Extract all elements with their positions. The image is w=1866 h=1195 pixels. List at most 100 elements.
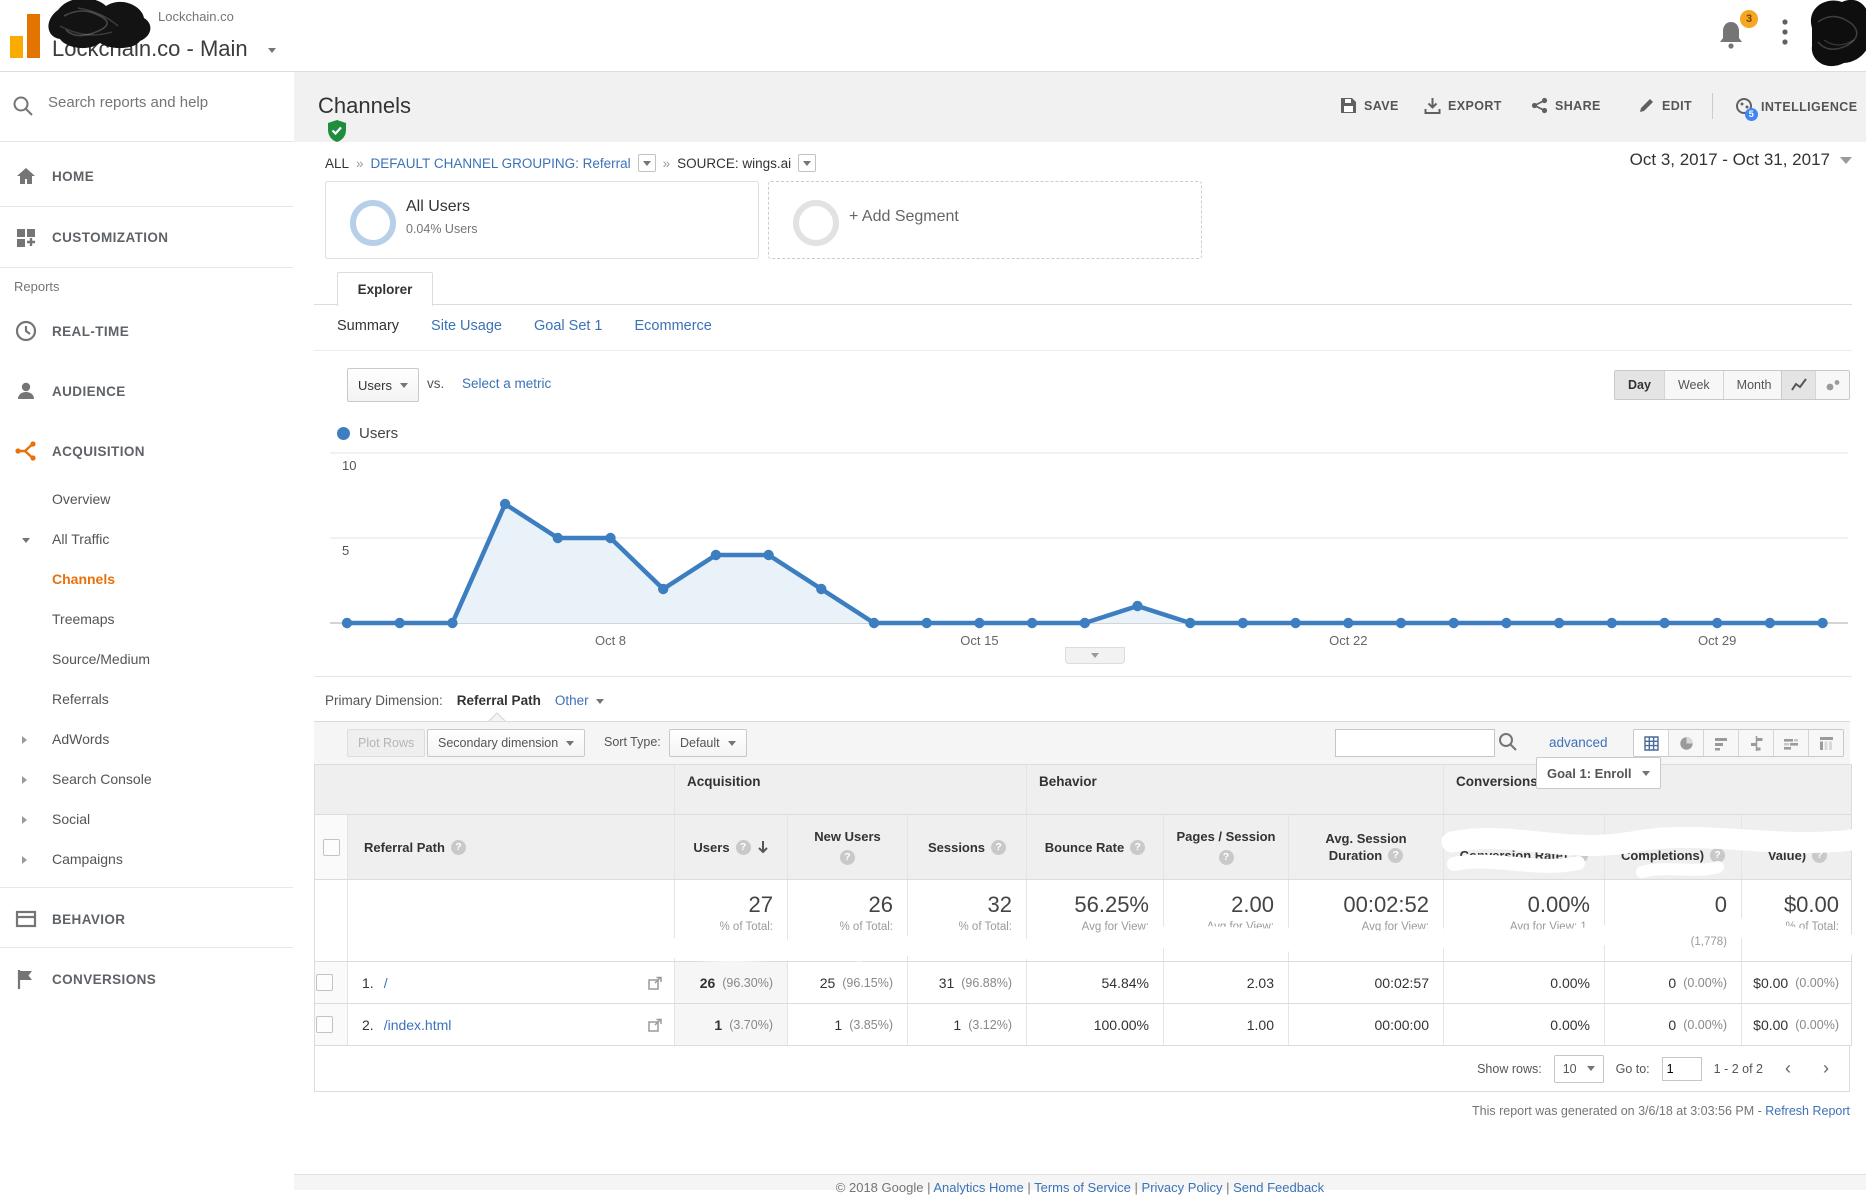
prev-page-button[interactable]: ‹ [1775,1056,1801,1082]
terms-link[interactable]: Terms of Service [1034,1180,1131,1195]
help-icon[interactable]: ? [1130,839,1146,855]
primary-dimension-selected[interactable]: Referral Path [457,693,541,708]
add-segment-button[interactable]: + Add Segment [768,181,1202,259]
sidebar-item-behavior[interactable]: BEHAVIOR [0,889,293,949]
breadcrumb-all[interactable]: ALL [325,156,349,171]
sidebar-item-customization[interactable]: CUSTOMIZATION [0,207,293,267]
secondary-dimension-dropdown[interactable]: Secondary dimension [427,729,586,757]
view-comparison-button[interactable] [1738,730,1773,756]
sidebar-item-home[interactable]: HOME [0,146,293,206]
subtab-site-usage[interactable]: Site Usage [431,318,502,334]
granularity-week[interactable]: Week [1663,371,1723,399]
open-in-new-icon[interactable] [648,1018,662,1032]
privacy-link[interactable]: Privacy Policy [1142,1180,1223,1195]
sidebar-item-treemaps[interactable]: Treemaps [0,599,293,639]
open-in-new-icon[interactable] [648,976,662,990]
tab-explorer[interactable]: Explorer [337,272,433,306]
col-avg-session-duration[interactable]: Avg. Session Duration? [1288,815,1443,879]
date-range-picker[interactable]: Oct 3, 2017 - Oct 31, 2017 [1630,150,1852,170]
search-input[interactable] [46,93,270,112]
view-percentage-button[interactable] [1668,730,1703,756]
subtab-ecommerce[interactable]: Ecommerce [635,318,712,334]
subtab-summary[interactable]: Summary [337,318,399,334]
view-performance-button[interactable] [1703,730,1738,756]
select-all-checkbox[interactable] [322,838,340,856]
col-bounce-rate[interactable]: Bounce Rate? [1026,815,1163,879]
help-icon[interactable]: ? [1218,850,1234,865]
sidebar-item-all-traffic[interactable]: All Traffic [0,519,293,559]
help-icon[interactable]: ? [1812,848,1828,863]
sidebar-item-campaigns[interactable]: Campaigns [0,839,293,879]
share-button[interactable]: SHARE [1531,97,1601,114]
granularity-month[interactable]: Month [1722,371,1785,399]
notifications-button[interactable]: 3 [1718,10,1764,58]
grouping-dropdown-button[interactable] [637,154,656,172]
sidebar-item-social[interactable]: Social [0,799,293,839]
row-checkbox[interactable] [316,1016,333,1033]
view-term-cloud-button[interactable] [1773,730,1808,756]
goal-selector-dropdown[interactable]: Goal 1: Enroll [1536,757,1661,789]
view-pivot-button[interactable] [1808,730,1843,756]
sidebar-item-audience[interactable]: AUDIENCE [0,361,293,421]
motion-chart-toggle[interactable] [1815,371,1849,399]
col-sessions[interactable]: Sessions? [907,815,1026,879]
plot-rows-button[interactable]: Plot Rows [347,729,426,757]
sidebar-item-search-console[interactable]: Search Console [0,759,293,799]
segment-all-users[interactable]: All Users 0.04% Users [325,181,759,259]
referral-path-link[interactable]: /index.html [384,1017,452,1033]
table-search-input[interactable] [1340,731,1494,755]
sort-type-dropdown[interactable]: Default [669,729,747,757]
help-icon[interactable]: ? [840,850,855,865]
sidebar-item-realtime[interactable]: REAL-TIME [0,301,293,361]
select-metric-link[interactable]: Select a metric [462,376,551,391]
table-search-button[interactable] [1497,731,1519,753]
col-enroll-conversion-rate[interactable]: Enroll (Goal 1 Conversion Rate)? [1443,815,1604,879]
view-table-button[interactable] [1634,730,1668,756]
subtab-goal-set-1[interactable]: Goal Set 1 [534,318,603,334]
save-button[interactable]: SAVE [1340,97,1399,114]
line-chart-toggle[interactable] [1782,371,1815,399]
more-menu-icon[interactable] [1782,18,1788,48]
col-users[interactable]: Users? [674,815,787,879]
help-icon[interactable]: ? [735,839,751,855]
metric-dropdown[interactable]: Users [347,368,419,402]
sidebar-item-overview[interactable]: Overview [0,479,293,519]
property-title[interactable]: Lockchain.co - Main [52,36,276,62]
help-icon[interactable]: ? [1573,848,1589,863]
help-icon[interactable]: ? [450,839,466,855]
sidebar-search[interactable] [0,71,293,142]
users-line-chart[interactable]: 10 5 Oct 8 Oct 15 Oct 22 Oct 29 [330,445,1848,657]
col-enroll-completions[interactable]: Enroll (Goal 1 Completions)? [1604,815,1741,879]
intelligence-button[interactable]: 5 INTELLIGENCE [1734,97,1857,121]
analytics-home-link[interactable]: Analytics Home [933,1180,1023,1195]
help-icon[interactable]: ? [1710,848,1726,863]
edit-button[interactable]: EDIT [1638,97,1692,114]
export-button[interactable]: EXPORT [1424,97,1502,114]
sidebar-item-referrals[interactable]: Referrals [0,679,293,719]
source-dropdown-button[interactable] [798,154,817,172]
col-enroll-value[interactable]: Enroll (Goal 1 Value)? [1741,815,1853,879]
sidebar-item-adwords[interactable]: AdWords [0,719,293,759]
granularity-day[interactable]: Day [1615,371,1664,399]
feedback-link[interactable]: Send Feedback [1233,1180,1324,1195]
advanced-search-link[interactable]: advanced [1549,735,1608,750]
sidebar-item-conversions[interactable]: CONVERSIONS [0,949,293,1009]
account-breadcrumb[interactable]: Lockchain.co [158,9,234,24]
breadcrumb-source[interactable]: SOURCE: wings.ai [677,156,791,171]
help-icon[interactable]: ? [991,839,1007,855]
col-pages-session[interactable]: Pages / Session? [1163,815,1288,879]
col-referral-path[interactable]: Referral Path? [347,815,674,879]
next-page-button[interactable]: › [1813,1056,1839,1082]
help-icon[interactable]: ? [1388,848,1404,863]
analytics-logo-icon[interactable] [8,10,48,60]
row-checkbox[interactable] [316,974,333,991]
sidebar-item-acquisition[interactable]: ACQUISITION [0,421,293,481]
annotations-pull-tab[interactable] [1065,647,1125,664]
breadcrumb-grouping[interactable]: DEFAULT CHANNEL GROUPING: Referral [371,156,631,171]
show-rows-select[interactable]: 10 [1553,1054,1604,1083]
referral-path-link[interactable]: / [384,975,388,991]
sidebar-item-source-medium[interactable]: Source/Medium [0,639,293,679]
sidebar-item-channels[interactable]: Channels [0,559,293,599]
col-new-users[interactable]: New Users? [787,815,907,879]
primary-dimension-other[interactable]: Other [555,693,605,708]
